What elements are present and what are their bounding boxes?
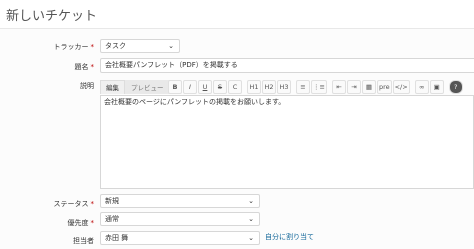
status-value: 新規	[105, 197, 119, 205]
page-title: 新しいチケット	[6, 9, 98, 24]
required-mark: *	[90, 63, 95, 71]
assign-to-me-link[interactable]: 自分に割り当て	[265, 232, 314, 242]
status-select[interactable]: 新規 ⌄	[100, 194, 260, 208]
chevron-down-icon: ⌄	[248, 197, 254, 205]
subject-value: 会社概要パンフレット（PDF）を掲載する	[105, 61, 238, 69]
underline-button[interactable]: U	[198, 80, 212, 94]
tracker-value: タスク	[105, 42, 126, 50]
heading3-button[interactable]: H3	[277, 80, 291, 94]
editor-toolbar: B I U S C H1 H2 H3 ≡ ⋮≡ ⇤ ⇥ ▦ pre </> ∞ …	[168, 80, 464, 94]
outdent-icon[interactable]: ⇤	[331, 80, 346, 94]
tracker-label: トラッカー *	[54, 42, 95, 52]
help-icon[interactable]: ?	[448, 80, 463, 94]
tracker-label-text: トラッカー	[53, 43, 89, 51]
strikethrough-button[interactable]: S	[213, 80, 227, 94]
priority-select[interactable]: 通常 ⌄	[100, 212, 260, 226]
tracker-select[interactable]: タスク ⌄	[100, 39, 180, 53]
bold-button[interactable]: B	[168, 80, 182, 94]
editor-tabs: 編集 プレビュー	[100, 80, 170, 94]
priority-value: 通常	[105, 215, 119, 223]
code-block-icon[interactable]: </>	[392, 80, 410, 94]
inline-code-button[interactable]: C	[228, 80, 242, 94]
heading2-button[interactable]: H2	[262, 80, 276, 94]
status-label: ステータス *	[54, 199, 95, 209]
description-text: 会社概要のページにパンフレットの掲載をお願いします。	[104, 98, 286, 106]
description-label-text: 説明	[80, 82, 94, 90]
chevron-down-icon: ⌄	[168, 42, 174, 50]
required-mark: *	[90, 200, 95, 208]
image-icon[interactable]: ▣	[429, 80, 444, 94]
assignee-select[interactable]: 赤田 舞 ⌄	[100, 231, 260, 245]
italic-button[interactable]: I	[183, 80, 197, 94]
heading1-button[interactable]: H1	[247, 80, 261, 94]
chevron-down-icon: ⌄	[248, 215, 254, 223]
chevron-down-icon: ⌄	[248, 234, 254, 242]
status-label-text: ステータス	[53, 200, 89, 208]
assignee-value: 赤田 舞	[105, 234, 129, 242]
description-textarea[interactable]: 会社概要のページにパンフレットの掲載をお願いします。	[100, 95, 474, 189]
required-mark: *	[90, 219, 95, 227]
indent-icon[interactable]: ⇥	[346, 80, 361, 94]
required-mark: *	[90, 43, 95, 51]
subject-label-text: 題名	[74, 63, 89, 71]
numbered-list-icon[interactable]: ⋮≡	[311, 80, 327, 94]
subject-input[interactable]: 会社概要パンフレット（PDF）を掲載する	[100, 58, 474, 73]
bulleted-list-icon[interactable]: ≡	[296, 80, 310, 94]
link-icon[interactable]: ∞	[414, 80, 429, 94]
description-label: 説明	[80, 81, 94, 91]
preformatted-button[interactable]: pre	[376, 80, 392, 94]
priority-label: 優先度 *	[68, 218, 95, 228]
assignee-label: 担当者	[73, 236, 94, 246]
priority-label-text: 優先度	[67, 219, 89, 227]
subject-label: 題名 *	[75, 62, 95, 72]
tab-preview[interactable]: プレビュー	[125, 80, 170, 94]
tab-edit[interactable]: 編集	[100, 80, 125, 94]
table-icon[interactable]: ▦	[361, 80, 376, 94]
assignee-label-text: 担当者	[73, 237, 94, 245]
